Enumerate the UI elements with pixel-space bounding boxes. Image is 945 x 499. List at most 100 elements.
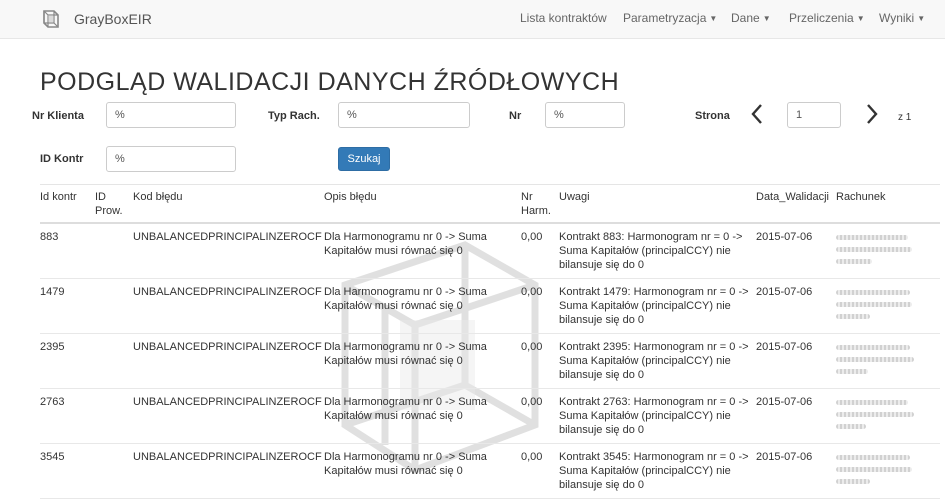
col-nr-harm-line1: Nr bbox=[521, 191, 533, 203]
cell-uwagi: Kontrakt 2395: Harmonogram nr = 0 -> Sum… bbox=[559, 340, 749, 382]
cell-uwagi: Kontrakt 2763: Harmonogram nr = 0 -> Sum… bbox=[559, 395, 749, 437]
opis-line: Dla Harmonogramu nr 0 -> Suma bbox=[324, 396, 487, 408]
nav-wyniki[interactable]: Wyniki ▼ bbox=[879, 11, 925, 25]
nr-klienta-input[interactable] bbox=[106, 102, 236, 128]
table-row[interactable]: 3545 UNBALANCEDPRINCIPALINZEROCF Dla Har… bbox=[40, 444, 940, 499]
uwagi-line: Suma Kapitałów (principalCCY) nie bbox=[559, 300, 731, 312]
nr-klienta-label: Nr Klienta bbox=[32, 110, 84, 122]
opis-line: Dla Harmonogramu nr 0 -> Suma bbox=[324, 451, 487, 463]
nav-label: Wyniki bbox=[879, 11, 915, 25]
cell-rachunek-redacted bbox=[836, 230, 916, 270]
opis-line: Dla Harmonogramu nr 0 -> Suma bbox=[324, 286, 487, 298]
cell-opis-bledu: Dla Harmonogramu nr 0 -> Suma Kapitałów … bbox=[324, 450, 487, 478]
cell-nr-harm: 0,00 bbox=[521, 341, 543, 353]
col-id-kontr[interactable]: Id kontr bbox=[40, 190, 77, 204]
cell-id-kontr: 883 bbox=[40, 231, 59, 243]
cell-id-kontr: 1479 bbox=[40, 286, 65, 298]
opis-line: Dla Harmonogramu nr 0 -> Suma bbox=[324, 341, 487, 353]
prev-page-icon[interactable] bbox=[747, 100, 767, 128]
navbar: GrayBoxEIR Lista kontraktów Parametryzac… bbox=[0, 0, 945, 39]
col-id-prow-line1: ID bbox=[95, 191, 106, 203]
cell-data-walidacji: 2015-07-06 bbox=[756, 451, 813, 463]
uwagi-line: Kontrakt 3545: Harmonogram nr = 0 -> bbox=[559, 451, 749, 463]
uwagi-line: Suma Kapitałów (principalCCY) nie bbox=[559, 245, 731, 257]
cell-nr-harm: 0,00 bbox=[521, 451, 543, 463]
nav-label: Parametryzacja bbox=[623, 11, 707, 25]
pager-label: Strona bbox=[695, 110, 730, 122]
brand-name: GrayBoxEIR bbox=[74, 11, 152, 27]
cell-data-walidacji: 2015-07-06 bbox=[756, 396, 813, 408]
nav-label: Dane bbox=[731, 11, 760, 25]
caret-down-icon: ▼ bbox=[856, 14, 865, 23]
next-page-icon[interactable] bbox=[862, 100, 882, 128]
col-id-prow-line2: Prow. bbox=[95, 205, 123, 217]
cell-id-kontr: 3545 bbox=[40, 451, 65, 463]
cell-rachunek-redacted bbox=[836, 285, 916, 325]
cell-rachunek-redacted bbox=[836, 450, 916, 490]
col-id-prow[interactable]: ID Prow. bbox=[95, 190, 123, 218]
table-row[interactable]: 2395 UNBALANCEDPRINCIPALINZEROCF Dla Har… bbox=[40, 334, 940, 389]
opis-line: Kapitałów musi równać się 0 bbox=[324, 245, 463, 257]
id-kontr-label: ID Kontr bbox=[40, 153, 84, 165]
col-kod-bledu[interactable]: Kod błędu bbox=[133, 190, 183, 204]
nav-dane[interactable]: Dane ▼ bbox=[731, 11, 771, 25]
table-header: Id kontr ID Prow. Kod błędu Opis błędu N… bbox=[40, 184, 940, 224]
cell-opis-bledu: Dla Harmonogramu nr 0 -> Suma Kapitałów … bbox=[324, 230, 487, 258]
page-number-input[interactable] bbox=[787, 102, 841, 128]
cell-opis-bledu: Dla Harmonogramu nr 0 -> Suma Kapitałów … bbox=[324, 395, 487, 423]
typ-rach-input[interactable] bbox=[338, 102, 470, 128]
cell-data-walidacji: 2015-07-06 bbox=[756, 231, 813, 243]
nav-label: Lista kontraktów bbox=[520, 11, 607, 25]
cell-kod-bledu: UNBALANCEDPRINCIPALINZEROCF bbox=[133, 396, 322, 408]
cube-logo-icon bbox=[43, 10, 59, 28]
col-nr-harm[interactable]: Nr Harm. bbox=[521, 190, 551, 218]
nr-input[interactable] bbox=[545, 102, 625, 128]
cell-nr-harm: 0,00 bbox=[521, 286, 543, 298]
table-row[interactable]: 883 UNBALANCEDPRINCIPALINZEROCF Dla Harm… bbox=[40, 224, 940, 279]
caret-down-icon: ▼ bbox=[917, 14, 926, 23]
col-rachunek[interactable]: Rachunek bbox=[836, 190, 886, 204]
cell-uwagi: Kontrakt 3545: Harmonogram nr = 0 -> Sum… bbox=[559, 450, 749, 492]
uwagi-line: Suma Kapitałów (principalCCY) nie bbox=[559, 355, 731, 367]
id-kontr-input[interactable] bbox=[106, 146, 236, 172]
brand[interactable]: GrayBoxEIR bbox=[40, 7, 152, 31]
cell-kod-bledu: UNBALANCEDPRINCIPALINZEROCF bbox=[133, 231, 322, 243]
cell-id-kontr: 2763 bbox=[40, 396, 65, 408]
opis-line: Kapitałów musi równać się 0 bbox=[324, 410, 463, 422]
table-row[interactable]: 2763 UNBALANCEDPRINCIPALINZEROCF Dla Har… bbox=[40, 389, 940, 444]
uwagi-line: Suma Kapitałów (principalCCY) nie bbox=[559, 410, 731, 422]
uwagi-line: bilansuje się do 0 bbox=[559, 369, 645, 381]
caret-down-icon: ▼ bbox=[709, 14, 718, 23]
validation-table: Id kontr ID Prow. Kod błędu Opis błędu N… bbox=[40, 184, 940, 499]
col-nr-harm-line2: Harm. bbox=[521, 205, 551, 217]
uwagi-line: bilansuje się do 0 bbox=[559, 424, 645, 436]
col-opis-bledu[interactable]: Opis błędu bbox=[324, 190, 377, 204]
col-data-walidacji[interactable]: Data_Walidacji bbox=[756, 190, 829, 204]
cell-nr-harm: 0,00 bbox=[521, 396, 543, 408]
uwagi-line: bilansuje się do 0 bbox=[559, 314, 645, 326]
cell-data-walidacji: 2015-07-06 bbox=[756, 341, 813, 353]
uwagi-line: Suma Kapitałów (principalCCY) nie bbox=[559, 465, 731, 477]
opis-line: Dla Harmonogramu nr 0 -> Suma bbox=[324, 231, 487, 243]
cell-kod-bledu: UNBALANCEDPRINCIPALINZEROCF bbox=[133, 341, 322, 353]
col-uwagi[interactable]: Uwagi bbox=[559, 190, 590, 204]
opis-line: Kapitałów musi równać się 0 bbox=[324, 300, 463, 312]
nav-parametryzacja[interactable]: Parametryzacja ▼ bbox=[623, 11, 717, 25]
opis-line: Kapitałów musi równać się 0 bbox=[324, 355, 463, 367]
cell-data-walidacji: 2015-07-06 bbox=[756, 286, 813, 298]
search-button[interactable]: Szukaj bbox=[338, 147, 390, 171]
table-row[interactable]: 1479 UNBALANCEDPRINCIPALINZEROCF Dla Har… bbox=[40, 279, 940, 334]
cell-rachunek-redacted bbox=[836, 395, 916, 435]
page-count: z 1 bbox=[898, 112, 912, 123]
caret-down-icon: ▼ bbox=[762, 14, 771, 23]
cell-rachunek-redacted bbox=[836, 340, 916, 380]
page-title: PODGLĄD WALIDACJI DANYCH ŹRÓDŁOWYCH bbox=[40, 68, 620, 96]
uwagi-line: Kontrakt 2763: Harmonogram nr = 0 -> bbox=[559, 396, 749, 408]
uwagi-line: bilansuje się do 0 bbox=[559, 479, 645, 491]
nav-przeliczenia[interactable]: Przeliczenia ▼ bbox=[789, 11, 865, 25]
cell-uwagi: Kontrakt 883: Harmonogram nr = 0 -> Suma… bbox=[559, 230, 742, 272]
nav-lista-kontraktow[interactable]: Lista kontraktów bbox=[520, 11, 607, 25]
cell-kod-bledu: UNBALANCEDPRINCIPALINZEROCF bbox=[133, 451, 322, 463]
cell-opis-bledu: Dla Harmonogramu nr 0 -> Suma Kapitałów … bbox=[324, 285, 487, 313]
cell-uwagi: Kontrakt 1479: Harmonogram nr = 0 -> Sum… bbox=[559, 285, 749, 327]
